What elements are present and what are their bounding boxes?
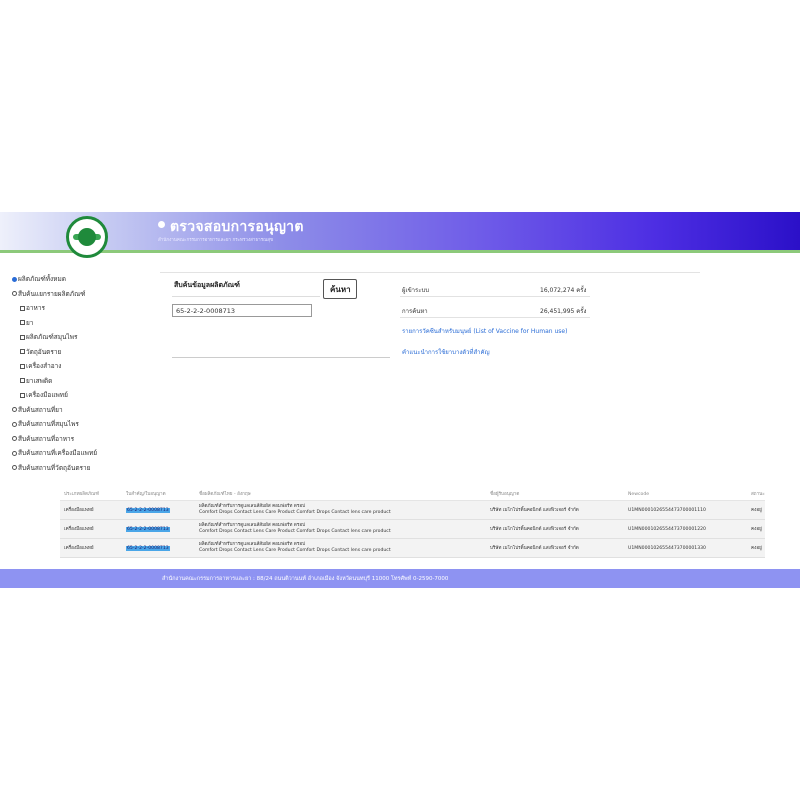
fda-logo-icon <box>63 216 115 258</box>
search-label: สืบค้นข้อมูลผลิตภัณฑ์ <box>174 281 240 289</box>
radio-icon[interactable] <box>12 407 17 413</box>
search-label-divider <box>172 296 320 297</box>
page-subtitle: สำนักงานคณะกรรมการอาหารและยา กระทรวงสาธา… <box>158 238 274 243</box>
checkbox-icon[interactable] <box>20 305 25 311</box>
table-row[interactable]: เครื่องมือแพทย์ 65-2-2-2-0008713 ผลิตภัณ… <box>60 539 765 558</box>
cell-type: เครื่องมือแพทย์ <box>64 526 94 532</box>
stats-divider <box>400 317 590 318</box>
sidebar-item-cosmetic[interactable]: เครื่องสำอาง <box>12 359 97 374</box>
table-row[interactable]: เครื่องมือแพทย์ 65-2-2-2-0008713 ผลิตภัณ… <box>60 501 765 520</box>
cell-company: บริษัท เมโกโปรดิ้นคอนิกด์ แสงฟิวเจอร์ จำ… <box>490 526 579 532</box>
sidebar-item-hazardous[interactable]: วัตถุอันตราย <box>12 345 97 360</box>
cell-status: คงอยู่ <box>751 507 762 513</box>
essential-drugs-link[interactable]: คำแนะนำการใช้ยาบางตัวที่สำคัญ <box>402 347 490 357</box>
column-header: ใบสำคัญ/ใบอนุญาต <box>126 492 166 497</box>
checkbox-icon[interactable] <box>20 349 25 355</box>
stats-divider <box>400 296 590 297</box>
sidebar-item-all[interactable]: ผลิตภัณฑ์ทั้งหมด <box>12 272 97 287</box>
cell-status: คงอยู่ <box>751 526 762 532</box>
column-header: ชื่อผลิตภัณฑ์ไทย - อังกฤษ <box>199 491 251 497</box>
sidebar-item-drug[interactable]: ยา <box>12 316 97 331</box>
cell-type: เครื่องมือแพทย์ <box>64 545 94 551</box>
cell-status: คงอยู่ <box>751 545 762 551</box>
sidebar-item-food[interactable]: อาหาร <box>12 301 97 316</box>
header-stripe <box>0 250 800 253</box>
results-table: ประเภทผลิตภัณฑ์ ใบสำคัญ/ใบอนุญาต ชื่อผลิ… <box>60 489 765 558</box>
sidebar-item-herbal[interactable]: ผลิตภัณฑ์สมุนไพร <box>12 330 97 345</box>
sidebar-item-herbal-place[interactable]: สืบค้นสถานที่สมุนไพร <box>12 417 97 432</box>
cell-company: บริษัท เมโกโปรดิ้นคอนิกด์ แสงฟิวเจอร์ จำ… <box>490 507 579 513</box>
radio-icon[interactable] <box>12 276 17 282</box>
sidebar-item-medical-device[interactable]: เครื่องมือแพทย์ <box>12 388 97 403</box>
visitors-value: 16,072,274 ครั้ง <box>540 287 587 294</box>
checkbox-icon[interactable] <box>20 378 25 384</box>
cell-product-name: ผลิตภัณฑ์สำหรับการดูแลเลนส์สัมผัส คอมฟอร… <box>199 523 391 534</box>
column-header: ชื่อผู้รับอนุญาต <box>490 492 520 497</box>
column-header: ประเภทผลิตภัณฑ์ <box>64 492 100 497</box>
header-banner <box>0 212 800 252</box>
sidebar-item-device-place[interactable]: สืบค้นสถานที่เครื่องมือแพทย์ <box>12 446 97 461</box>
top-divider <box>160 272 700 273</box>
visitors-label: ผู้เข้าระบบ <box>402 287 430 294</box>
cell-newcode: U1MN0001026554473700001330 <box>628 545 706 551</box>
search-input[interactable] <box>172 304 312 317</box>
table-header-row: ประเภทผลิตภัณฑ์ ใบสำคัญ/ใบอนุญาต ชื่อผลิ… <box>60 489 765 501</box>
page-title: ตรวจสอบการอนุญาต <box>170 219 304 235</box>
cell-product-name: ผลิตภัณฑ์สำหรับการดูแลเลนส์สัมผัส คอมฟอร… <box>199 542 391 553</box>
radio-icon[interactable] <box>12 291 17 297</box>
searches-value: 26,451,995 ครั้ง <box>540 308 587 315</box>
cell-license[interactable]: 65-2-2-2-0008713 <box>126 507 199 513</box>
radio-icon[interactable] <box>12 421 17 427</box>
sidebar: ผลิตภัณฑ์ทั้งหมด สืบค้นแยกรายผลิตภัณฑ์ อ… <box>12 272 97 475</box>
cell-license[interactable]: 65-2-2-2-0008713 <box>126 545 199 551</box>
vaccine-list-link[interactable]: รายการวัคซีนสำหรับมนุษย์ (List of Vaccin… <box>402 326 567 336</box>
cell-product-name: ผลิตภัณฑ์สำหรับการดูแลเลนส์สัมผัส คอมฟอร… <box>199 504 391 515</box>
radio-icon[interactable] <box>12 436 17 442</box>
search-button[interactable]: ค้นหา <box>323 279 357 299</box>
column-header: Newcode <box>628 492 650 497</box>
footer-address: สำนักงานคณะกรรมการอาหารและยา : 88/24 ถนน… <box>162 576 449 582</box>
title-dot-icon <box>158 221 165 228</box>
sidebar-item-hazardous-place[interactable]: สืบค้นสถานที่วัตถุอันตราย <box>12 461 97 476</box>
sidebar-item-food-place[interactable]: สืบค้นสถานที่อาหาร <box>12 432 97 447</box>
sidebar-item-drug-place[interactable]: สืบค้นสถานที่ยา <box>12 403 97 418</box>
cell-company: บริษัท เมโกโปรดิ้นคอนิกด์ แสงฟิวเจอร์ จำ… <box>490 545 579 551</box>
sidebar-item-by-product[interactable]: สืบค้นแยกรายผลิตภัณฑ์ <box>12 287 97 302</box>
radio-icon[interactable] <box>12 465 17 471</box>
checkbox-icon[interactable] <box>20 392 25 398</box>
search-panel-divider <box>172 357 390 358</box>
checkbox-icon[interactable] <box>20 320 25 326</box>
searches-label: การค้นหา <box>402 308 428 315</box>
cell-type: เครื่องมือแพทย์ <box>64 507 94 513</box>
cell-license[interactable]: 65-2-2-2-0008713 <box>126 526 199 532</box>
column-header: สถานะ <box>751 492 765 497</box>
sidebar-item-narcotic[interactable]: ยาเสพติด <box>12 374 97 389</box>
cell-newcode: U1MN0001026554473700001110 <box>628 507 706 513</box>
radio-icon[interactable] <box>12 450 17 456</box>
cell-newcode: U1MN0001026554473700001220 <box>628 526 706 532</box>
table-row[interactable]: เครื่องมือแพทย์ 65-2-2-2-0008713 ผลิตภัณ… <box>60 520 765 539</box>
checkbox-icon[interactable] <box>20 334 25 340</box>
checkbox-icon[interactable] <box>20 363 25 369</box>
